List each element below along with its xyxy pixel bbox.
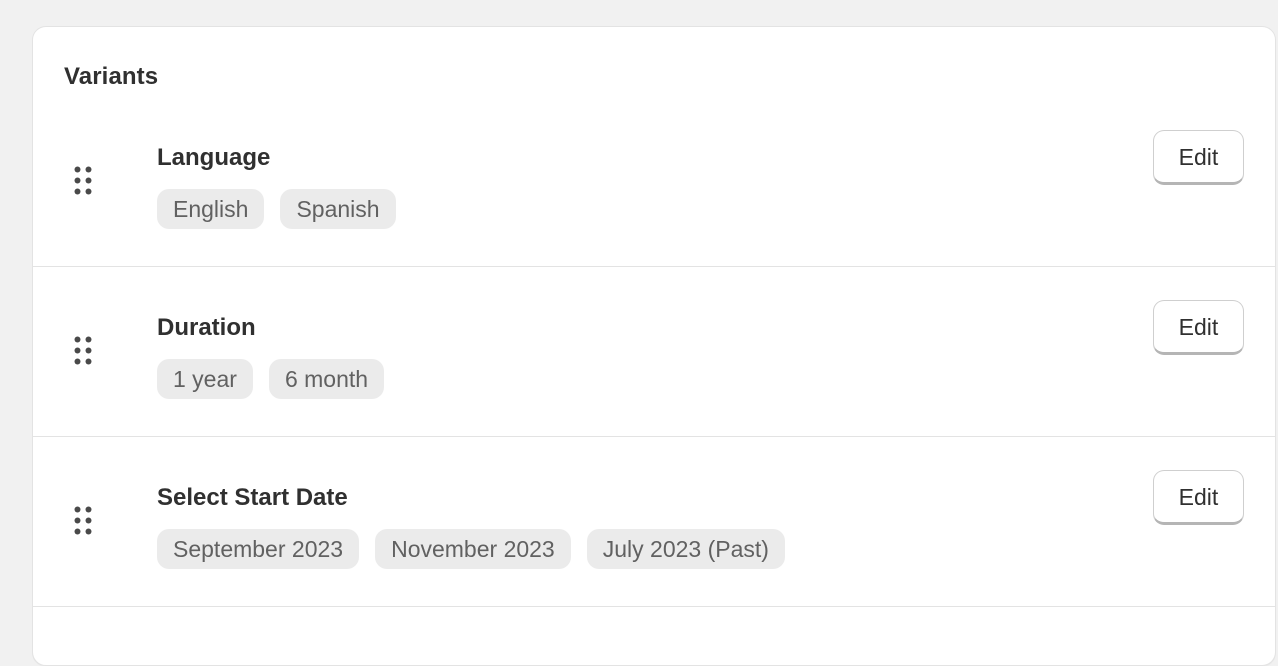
variant-option-row: Language English Spanish Edit — [33, 97, 1275, 267]
option-value-chip: September 2023 — [157, 529, 360, 569]
variant-option-row: Select Start Date September 2023 Novembe… — [33, 437, 1275, 607]
drag-handle-icon[interactable] — [74, 506, 93, 535]
option-value-chip: Spanish — [280, 189, 396, 229]
drag-handle-icon[interactable] — [74, 336, 93, 365]
option-value-chip: November 2023 — [375, 529, 571, 569]
option-name: Language — [157, 144, 271, 171]
option-value-chip: 6 month — [268, 359, 385, 399]
option-name: Duration — [157, 314, 256, 341]
option-values: English Spanish — [157, 189, 396, 229]
edit-option-button[interactable]: Edit — [1153, 300, 1244, 355]
option-values: 1 year 6 month — [157, 359, 385, 399]
edit-option-button[interactable]: Edit — [1153, 130, 1244, 185]
drag-handle-icon[interactable] — [74, 166, 93, 195]
edit-option-button[interactable]: Edit — [1153, 470, 1244, 525]
option-value-chip: English — [157, 189, 265, 229]
option-values: September 2023 November 2023 July 2023 (… — [157, 529, 785, 569]
variants-card: Variants Language English Spanish Edit D… — [32, 26, 1276, 666]
variant-option-row: Duration 1 year 6 month Edit — [33, 267, 1275, 437]
card-title: Variants — [64, 63, 159, 90]
option-name: Select Start Date — [157, 484, 348, 511]
option-value-chip: July 2023 (Past) — [586, 529, 785, 569]
option-value-chip: 1 year — [157, 359, 253, 399]
